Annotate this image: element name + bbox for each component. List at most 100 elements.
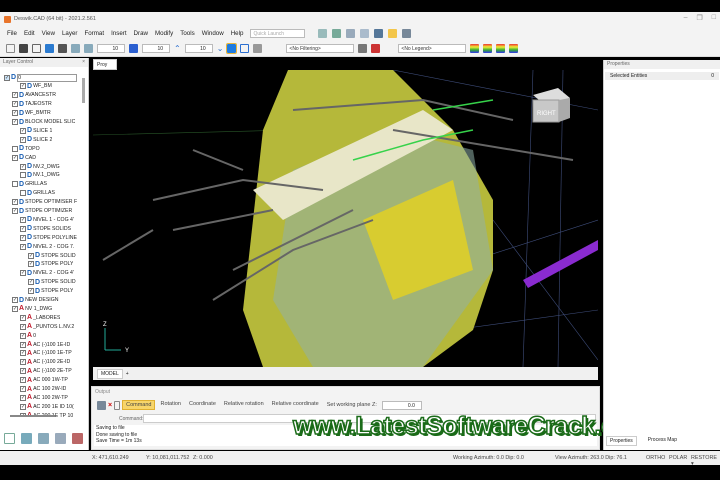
- wire-icon[interactable]: [240, 44, 249, 53]
- menu-file[interactable]: File: [7, 30, 17, 37]
- tree-row[interactable]: ✓ A _PUNTOS L.NV.2: [20, 322, 74, 331]
- layer-checkbox[interactable]: ✓: [20, 164, 26, 170]
- tree-row[interactable]: D TOPO: [12, 144, 40, 153]
- legend-remove-icon[interactable]: [509, 44, 518, 53]
- tree-row[interactable]: ✓ D NIVEL 2 - COG 4': [20, 269, 74, 278]
- menu-help[interactable]: Help: [231, 30, 244, 37]
- output-button-rotation[interactable]: Rotation: [157, 400, 184, 410]
- layer-checkbox[interactable]: ✓: [12, 199, 18, 205]
- layer-checkbox[interactable]: ✓: [28, 253, 34, 259]
- new-layer-icon[interactable]: [4, 433, 15, 444]
- grid-icon[interactable]: [402, 29, 411, 38]
- layer-checkbox[interactable]: ✓: [12, 297, 18, 303]
- tab-properties[interactable]: Properties: [606, 436, 637, 446]
- quick-launch-input[interactable]: Quick Launch: [250, 29, 305, 38]
- field-3[interactable]: 10: [185, 44, 213, 53]
- layer-checkbox[interactable]: [12, 181, 18, 187]
- 3d-viewport[interactable]: RIGHT Z Y: [93, 70, 598, 367]
- layer-checkbox[interactable]: ✓: [12, 208, 18, 214]
- legend-icon[interactable]: [470, 44, 479, 53]
- layer-checkbox[interactable]: ✓: [20, 137, 26, 143]
- tree-row[interactable]: ✓ D AVANCESTR: [12, 91, 56, 100]
- up-icon[interactable]: ⌃: [174, 44, 181, 53]
- menu-view[interactable]: View: [42, 30, 55, 37]
- layer-checkbox[interactable]: ✓: [20, 333, 26, 339]
- output-button-relative-rotation[interactable]: Relative rotation: [221, 400, 267, 410]
- layer-checkbox[interactable]: ✓: [20, 244, 26, 250]
- tree-row[interactable]: ✓ D TAJEOSTR: [12, 100, 52, 109]
- tree-row[interactable]: ✓ D STOPE SOLID: [28, 278, 76, 287]
- layer-checkbox[interactable]: ✓: [20, 404, 26, 410]
- copy-icon[interactable]: [97, 401, 106, 410]
- tree-row[interactable]: ✓ A AC 100 2W-ID: [20, 385, 66, 394]
- menu-tools[interactable]: Tools: [180, 30, 194, 37]
- layer-checkbox[interactable]: [12, 146, 18, 152]
- layer-checkbox[interactable]: ✓: [20, 235, 26, 241]
- delete-layer-icon[interactable]: [72, 433, 83, 444]
- tree-row[interactable]: ✓ A AC (-)100 2E-ID: [20, 358, 70, 367]
- tree-row[interactable]: D NV.1_DWG: [20, 171, 60, 180]
- tree-row[interactable]: ✓ D STOPE POLY: [28, 287, 73, 296]
- zoom-icon[interactable]: [332, 29, 341, 38]
- tree-row[interactable]: ✓ A AC 000 1W-TP: [20, 376, 68, 385]
- menu-edit[interactable]: Edit: [24, 30, 35, 37]
- shade-icon[interactable]: [374, 29, 383, 38]
- layer-icon[interactable]: [71, 44, 80, 53]
- restore-button[interactable]: RESTORE ▾: [691, 455, 720, 467]
- tree-row[interactable]: ✓ D BLOCK MODEL SLIC: [12, 118, 75, 127]
- close-button[interactable]: □: [712, 14, 716, 22]
- tree-row[interactable]: D GRILLAS: [20, 189, 55, 198]
- tree-row[interactable]: ✓ D 0: [4, 73, 77, 82]
- tree-hscrollbar[interactable]: [10, 415, 55, 417]
- line-icon[interactable]: [318, 29, 327, 38]
- layer-checkbox[interactable]: ✓: [28, 261, 34, 267]
- layer-checkbox[interactable]: ✓: [12, 306, 18, 312]
- tab-proy[interactable]: Proy: [93, 59, 117, 70]
- tree-row[interactable]: ✓ D WF_BM: [20, 82, 52, 91]
- layer-checkbox[interactable]: ✓: [28, 279, 34, 285]
- menu-format[interactable]: Format: [84, 30, 104, 37]
- legend-select[interactable]: <No Legend>: [398, 44, 466, 53]
- save-icon[interactable]: [32, 44, 41, 53]
- layer-checkbox[interactable]: ✓: [28, 288, 34, 294]
- tree-row[interactable]: ✓ D NV.2_DWG: [20, 162, 60, 171]
- tree-row[interactable]: ✓ D STOPE POLY: [28, 260, 73, 269]
- undo-icon[interactable]: [45, 44, 54, 53]
- layer-checkbox[interactable]: ✓: [12, 110, 18, 116]
- layer-icon[interactable]: [84, 44, 93, 53]
- menu-draw[interactable]: Draw: [134, 30, 148, 37]
- tree-row[interactable]: ✓ D STOPE OPTIMIZER: [12, 207, 72, 216]
- tree-row[interactable]: ✓ D STOPE SOLIDS: [20, 224, 71, 233]
- layer-checkbox[interactable]: ✓: [12, 92, 18, 98]
- tree-row[interactable]: ✓ D STOPE OPTIMISER F: [12, 198, 77, 207]
- output-button-relative-coordinate[interactable]: Relative coordinate: [269, 400, 322, 410]
- layer-checkbox[interactable]: ✓: [20, 83, 26, 89]
- layer-checkbox[interactable]: ✓: [20, 395, 26, 401]
- maximize-button[interactable]: ❐: [696, 14, 702, 22]
- measure-icon[interactable]: [388, 29, 397, 38]
- tree-row[interactable]: ✓ D CAD: [12, 153, 36, 162]
- layer-search-icon[interactable]: [55, 433, 66, 444]
- folder-icon[interactable]: [58, 44, 67, 53]
- lock-icon[interactable]: [114, 401, 120, 410]
- layer-checkbox[interactable]: ✓: [4, 75, 10, 81]
- menu-window[interactable]: Window: [202, 30, 224, 37]
- view-icon[interactable]: [346, 29, 355, 38]
- tree-row[interactable]: ✓ D SLICE 1: [20, 126, 52, 135]
- layer-checkbox[interactable]: ✓: [20, 359, 26, 365]
- tree-row[interactable]: ✓ D STOPE POLYLINE: [20, 233, 77, 242]
- minimize-button[interactable]: –: [684, 14, 688, 22]
- close-panel-icon[interactable]:  ×: [81, 58, 85, 67]
- layer-checkbox[interactable]: ✓: [12, 155, 18, 161]
- tree-row[interactable]: ✓ D WF_BMTR: [12, 109, 51, 118]
- tree-row[interactable]: D GRILLAS: [12, 180, 47, 189]
- plane-z-input[interactable]: 0.0: [382, 401, 422, 410]
- layer-checkbox[interactable]: ✓: [20, 350, 26, 356]
- layer-checkbox[interactable]: ✓: [12, 119, 18, 125]
- bars-icon[interactable]: [129, 44, 138, 53]
- menu-layer[interactable]: Layer: [62, 30, 77, 37]
- output-button-coordinate[interactable]: Coordinate: [186, 400, 219, 410]
- filter-icon[interactable]: [253, 44, 262, 53]
- tree-row[interactable]: ✓ D NIVEL 2 - COG 7.: [20, 242, 74, 251]
- menu-insert[interactable]: Insert: [111, 30, 126, 37]
